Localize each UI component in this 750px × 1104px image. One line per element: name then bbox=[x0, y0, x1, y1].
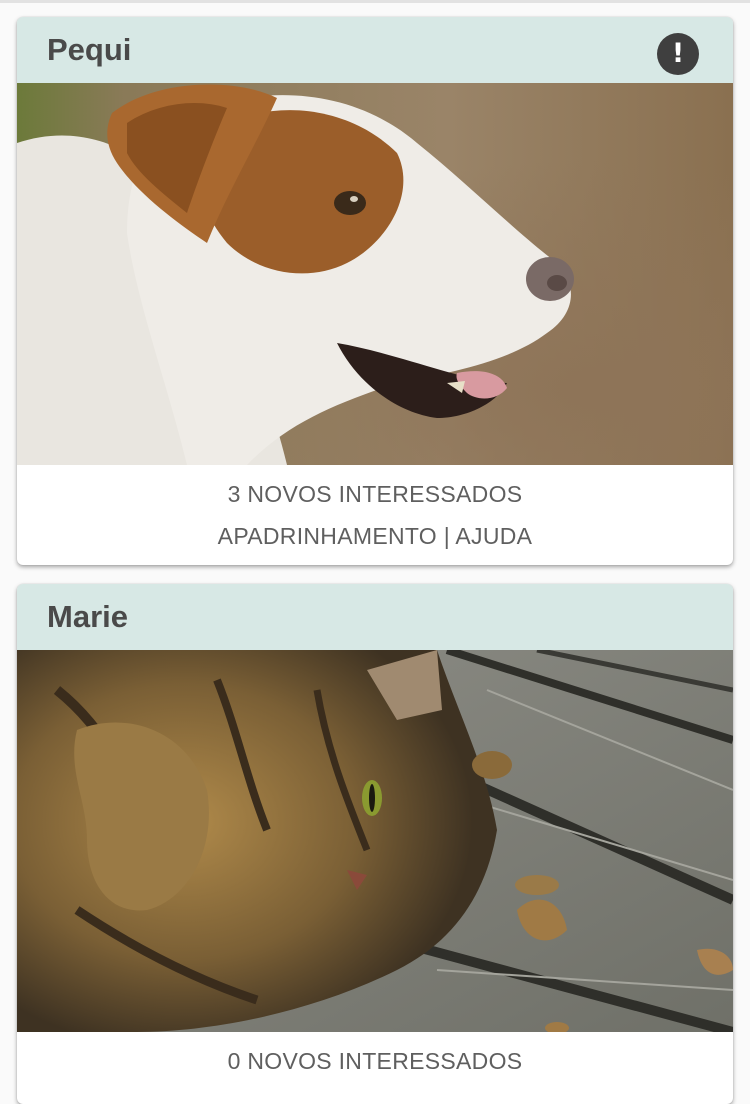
card-header: Marie bbox=[17, 584, 733, 650]
pet-card-marie[interactable]: Marie 0 NOVOS INTERESSADOS bbox=[17, 584, 733, 1104]
card-footer: 3 NOVOS INTERESSADOS APADRINHAMENTO | AJ… bbox=[17, 465, 733, 549]
card-footer: 0 NOVOS INTERESSADOS bbox=[17, 1032, 733, 1074]
help-link[interactable]: AJUDA bbox=[455, 523, 532, 549]
cat-photo[interactable] bbox=[17, 650, 733, 1032]
interested-count[interactable]: 3 NOVOS INTERESSADOS bbox=[17, 465, 733, 507]
pet-name: Pequi bbox=[47, 32, 132, 67]
interested-count[interactable]: 0 NOVOS INTERESSADOS bbox=[17, 1032, 733, 1074]
exclamation-icon[interactable]: ! bbox=[657, 33, 699, 75]
pet-name: Marie bbox=[47, 599, 128, 634]
action-separator: | bbox=[443, 523, 450, 549]
top-divider bbox=[0, 0, 750, 3]
card-header: Pequi ! bbox=[17, 17, 733, 83]
pet-card-pequi[interactable]: Pequi ! 3 NOVOS INTERESSADOS APADRINHAME… bbox=[17, 17, 733, 565]
sponsorship-link[interactable]: APADRINHAMENTO bbox=[218, 523, 437, 549]
dog-photo[interactable] bbox=[17, 83, 733, 465]
card-actions: APADRINHAMENTO | AJUDA bbox=[17, 523, 733, 549]
